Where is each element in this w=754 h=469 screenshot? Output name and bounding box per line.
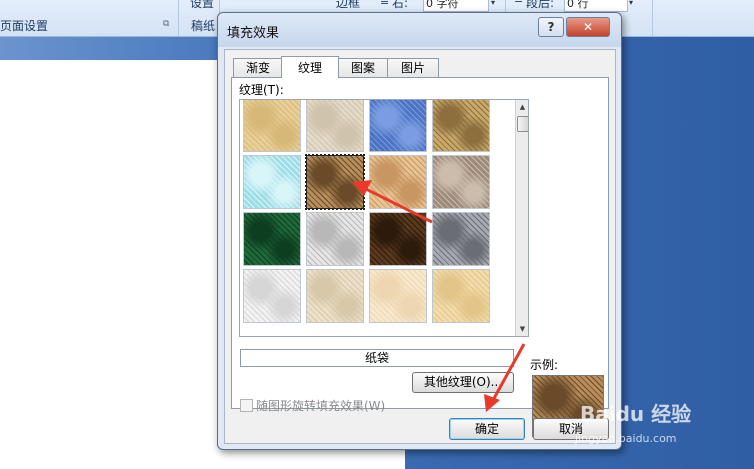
dialog-body: 渐变 纹理 图案 图片 纹理(T): ▲ ▼ 纸袋 其他纹理(O)... 随图形… (224, 49, 616, 444)
scroll-down-arrow-icon[interactable]: ▼ (516, 322, 528, 336)
scroll-thumb[interactable] (517, 116, 528, 132)
indent-right-label: 右: (392, 0, 409, 10)
denim-texture[interactable] (369, 100, 427, 152)
paragraph-group (640, 0, 653, 36)
indent-right-spinner-icon[interactable]: ▾ (488, 0, 498, 10)
rotate-with-shape-checkbox (240, 399, 253, 412)
paper-bag-texture[interactable] (305, 154, 365, 210)
ok-button[interactable]: 确定 (449, 418, 525, 440)
dialog-title: 填充效果 (227, 26, 280, 41)
tab-gradient[interactable]: 渐变 (233, 58, 283, 77)
white-marble-texture[interactable] (306, 212, 364, 266)
tab-pattern[interactable]: 图案 (337, 58, 389, 77)
watermark-brand: Baidu 经验 (580, 402, 692, 426)
fill-effects-dialog: 填充效果 ? ✕ 渐变 纹理 图案 图片 纹理(T): ▲ ▼ 纸袋 其他纹理(… (217, 12, 622, 450)
tab-texture[interactable]: 纹理 (281, 56, 339, 78)
parchment-texture[interactable] (369, 269, 427, 323)
papyrus-texture[interactable] (243, 100, 301, 152)
sand-texture[interactable] (432, 155, 490, 209)
texture-name-field: 纸袋 (240, 349, 514, 367)
texture-gallery: ▲ ▼ (239, 99, 529, 337)
green-marble-texture[interactable] (243, 212, 301, 266)
gallery-scrollbar[interactable]: ▲ ▼ (515, 100, 528, 336)
dialog-titlebar[interactable]: 填充效果 ? ✕ (218, 13, 621, 47)
spacing-after-input[interactable]: 0 行 (564, 0, 628, 12)
watermark-url: jingyan.baidu.com (575, 432, 677, 445)
woven-mat-texture[interactable] (432, 100, 490, 152)
close-button[interactable]: ✕ (566, 17, 610, 37)
help-button[interactable]: ? (538, 17, 564, 37)
texture-label: 纹理(T): (239, 83, 284, 97)
tab-picture[interactable]: 图片 (387, 58, 439, 77)
page-border-button[interactable]: 边框 (336, 0, 360, 11)
recycled-paper-texture[interactable] (306, 269, 364, 323)
sample-label: 示例: (530, 358, 559, 372)
more-textures-button[interactable]: 其他纹理(O)... (412, 372, 514, 393)
rotate-with-shape-label: 随图形旋转填充效果(W) (256, 399, 386, 413)
brown-marble-texture[interactable] (369, 212, 427, 266)
canvas-texture[interactable] (306, 100, 364, 152)
fish-fossil-texture[interactable] (369, 155, 427, 209)
texture-panel: 纹理(T): ▲ ▼ 纸袋 其他纹理(O)... 随图形旋转填充效果(W) 示例… (231, 77, 609, 437)
water-droplets-texture[interactable] (243, 155, 301, 209)
dialog-launcher-icon[interactable]: ⧉ (163, 19, 169, 29)
stationery-texture[interactable] (432, 269, 490, 323)
spacing-after-icon: ≛ (514, 0, 524, 7)
indent-right-icon: ≣ (380, 0, 390, 7)
paper-group-label: 稿纸 (191, 19, 216, 33)
granite-texture[interactable] (432, 212, 490, 266)
setup-button[interactable]: 设置 (190, 0, 214, 11)
scroll-up-arrow-icon[interactable]: ▲ (516, 100, 528, 114)
spacing-after-label: 段后: (526, 0, 555, 10)
page-setup-group-label: 页面设置 (0, 19, 49, 33)
spacing-after-spinner-icon[interactable]: ▾ (626, 0, 636, 10)
newsprint-texture[interactable] (243, 269, 301, 323)
indent-right-input[interactable]: 0 字符 (423, 0, 489, 12)
